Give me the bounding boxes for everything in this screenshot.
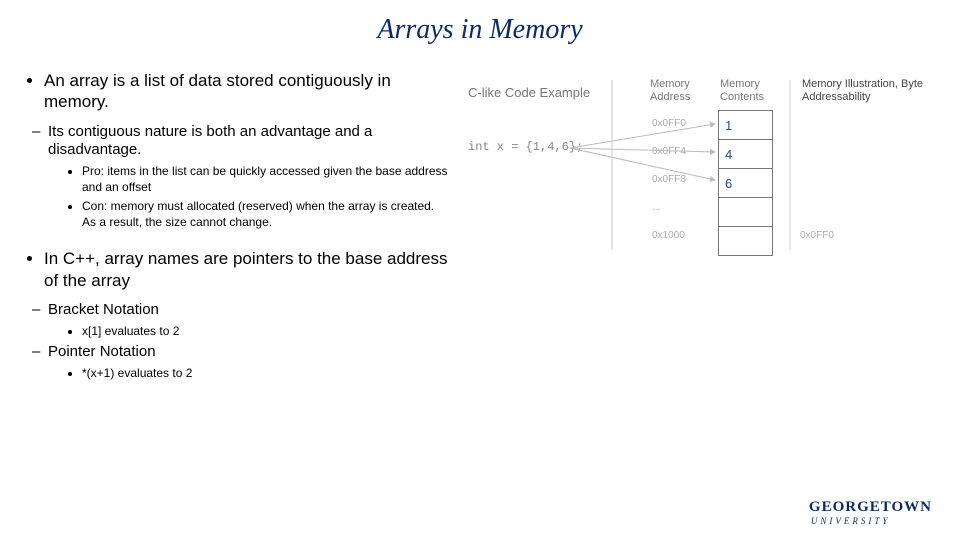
bullet-l1: An array is a list of data stored contig… [44, 70, 450, 113]
bullet-l2: Its contiguous nature is both an advanta… [48, 123, 450, 161]
bullet-l3: *(x+1) evaluates to 2 [82, 366, 450, 382]
bullet-l2: Pointer Notation [48, 343, 450, 362]
memory-address-cell: 0x1000 [652, 222, 686, 250]
diagram-arrows [450, 70, 950, 330]
bullet-l2: Bracket Notation [48, 301, 450, 320]
memory-address-cell: 0x0FF8 [652, 166, 686, 194]
extra-address-label: 0x0FF0 [800, 230, 834, 241]
memory-address-cell: 0x0FF4 [652, 138, 686, 166]
memory-address-header: Memory Address [650, 78, 710, 104]
bullet-l3: Con: memory must allocated (reserved) wh… [82, 199, 450, 230]
memory-contents-table: 1 4 6 [718, 110, 773, 256]
memory-address-cell: 0x0FF0 [652, 110, 686, 138]
bullet-l3: x[1] evaluates to 2 [82, 324, 450, 340]
slide-title: Arrays in Memory [0, 0, 960, 50]
memory-contents-cell: 4 [719, 140, 773, 169]
code-example-label: C-like Code Example [468, 85, 590, 100]
memory-contents-cell: 1 [719, 111, 773, 140]
text-column: An array is a list of data stored contig… [10, 70, 450, 386]
memory-contents-cell [719, 198, 773, 227]
diagram-column: C-like Code Example int x = {1,4,6}; Mem… [450, 70, 950, 386]
memory-address-cell: ... [652, 194, 686, 222]
memory-contents-header: Memory Contents [720, 78, 780, 104]
memory-illustration-header: Memory Illustration, Byte Addressability [802, 78, 942, 104]
bullet-l1: In C++, array names are pointers to the … [44, 248, 450, 291]
logo-line-2: UNIVERSITY [809, 516, 932, 526]
address-column: 0x0FF0 0x0FF4 0x0FF8 ... 0x1000 [652, 110, 686, 250]
slide-body: An array is a list of data stored contig… [0, 50, 960, 386]
logo-line-1: GEORGETOWN [809, 499, 932, 516]
memory-contents-cell [719, 227, 773, 256]
memory-contents-cell: 6 [719, 169, 773, 198]
bullet-l3: Pro: items in the list can be quickly ac… [82, 164, 450, 195]
code-snippet: int x = {1,4,6}; [468, 140, 583, 154]
georgetown-logo: GEORGETOWN UNIVERSITY [809, 499, 932, 526]
